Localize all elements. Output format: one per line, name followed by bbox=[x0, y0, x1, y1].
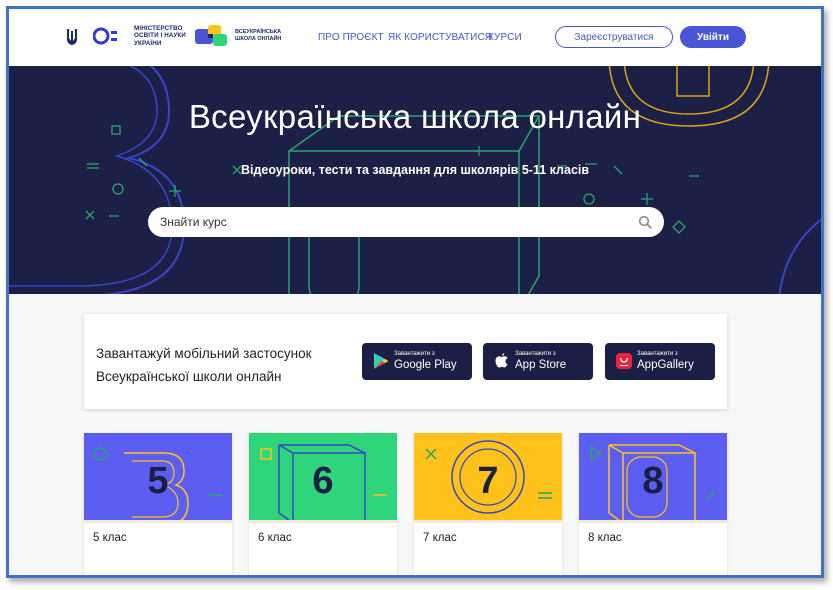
grade-6-label[interactable]: 6 клас bbox=[258, 532, 292, 544]
search-input[interactable]: Знайти курс bbox=[160, 215, 638, 229]
school-online-name: ВСЕУКРАЇНСЬКА ШКОЛА ОНЛАЙН bbox=[235, 29, 295, 43]
grade-7-number: 7 bbox=[477, 460, 498, 502]
card-divider bbox=[579, 520, 727, 523]
hero-banner: Всеукраїнська школа онлайн Відеоуроки, т… bbox=[9, 66, 821, 294]
grade-card-5[interactable]: 5 5 клас bbox=[84, 433, 232, 575]
google-play-button[interactable]: Завантажити з Google Play bbox=[362, 343, 472, 380]
appgallery-label: AppGallery bbox=[637, 359, 694, 371]
app-promo-line-2: Всеукраїнської школи онлайн bbox=[96, 369, 282, 384]
grade-7-illustration: 7 bbox=[414, 433, 562, 520]
nav-how-to-use[interactable]: ЯК КОРИСТУВАТИСЯ bbox=[388, 32, 492, 43]
app-store-label: App Store bbox=[515, 359, 567, 371]
login-button[interactable]: Увійти bbox=[680, 26, 746, 48]
search-icon[interactable] bbox=[638, 215, 652, 229]
apple-icon bbox=[495, 353, 508, 368]
school-name-line-1: ВСЕУКРАЇНСЬКА bbox=[235, 29, 282, 35]
school-name-line-2: ШКОЛА ОНЛАЙН bbox=[235, 36, 282, 42]
grade-6-illustration: 6 bbox=[249, 433, 397, 520]
card-divider bbox=[249, 520, 397, 523]
card-divider bbox=[414, 520, 562, 523]
school-online-logo-icon[interactable] bbox=[194, 23, 230, 49]
hero-title: Всеукраїнська школа онлайн bbox=[188, 98, 642, 135]
grade-card-8[interactable]: 8 8 клас bbox=[579, 433, 727, 575]
grade-8-number: 8 bbox=[642, 460, 663, 502]
nav-about[interactable]: ПРО ПРОЄКТ bbox=[318, 32, 384, 43]
google-play-icon bbox=[374, 353, 389, 369]
app-promo-text: Завантажуй мобільний застосунок Всеукраї… bbox=[96, 342, 312, 388]
grade-5-illustration: 5 bbox=[84, 433, 232, 520]
google-play-caption: Завантажити з bbox=[394, 351, 435, 357]
grade-6-number: 6 bbox=[312, 460, 333, 502]
register-button[interactable]: Зареєструватися bbox=[555, 26, 673, 48]
card-divider bbox=[84, 520, 232, 523]
app-promo-line-1: Завантажуй мобільний застосунок bbox=[96, 346, 312, 361]
appgallery-button[interactable]: Завантажити з AppGallery bbox=[605, 343, 715, 380]
grade-7-label[interactable]: 7 клас bbox=[423, 532, 457, 544]
grade-5-label[interactable]: 5 клас bbox=[93, 532, 127, 544]
browser-frame: МІНІСТЕРСТВО ОСВІТИ І НАУКИ УКРАЇНИ ВСЕУ… bbox=[6, 6, 824, 578]
nav-courses[interactable]: КУРСИ bbox=[488, 32, 522, 43]
coat-of-arms-icon bbox=[67, 29, 77, 45]
app-store-button[interactable]: Завантажити з App Store bbox=[483, 343, 593, 380]
google-play-label: Google Play bbox=[394, 359, 457, 371]
site-header: МІНІСТЕРСТВО ОСВІТИ І НАУКИ УКРАЇНИ ВСЕУ… bbox=[9, 9, 821, 66]
course-search-bar[interactable]: Знайти курс bbox=[148, 207, 664, 237]
app-store-caption: Завантажити з bbox=[515, 351, 556, 357]
mobile-app-banner: Завантажуй мобільний застосунок Всеукраї… bbox=[84, 314, 727, 409]
grade-8-illustration: 8 bbox=[579, 433, 727, 520]
huawei-appgallery-icon bbox=[616, 353, 632, 369]
grade-card-6[interactable]: 6 6 клас bbox=[249, 433, 397, 575]
grade-card-7[interactable]: 7 7 клас bbox=[414, 433, 562, 575]
appgallery-caption: Завантажити з bbox=[637, 351, 678, 357]
ministry-logo-icon[interactable] bbox=[93, 26, 119, 46]
hero-subtitle: Відеоуроки, тести та завдання для школяр… bbox=[240, 163, 590, 177]
grade-5-number: 5 bbox=[147, 460, 168, 502]
grade-8-label[interactable]: 8 клас bbox=[588, 532, 622, 544]
